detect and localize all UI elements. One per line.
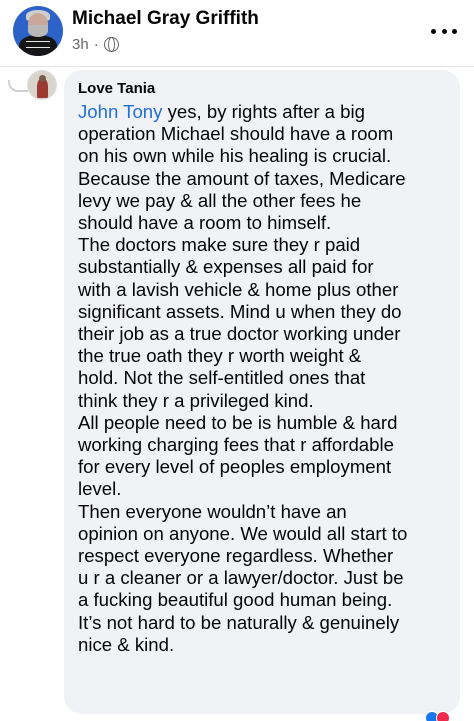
more-dot xyxy=(431,28,436,34)
post-header: Michael Gray Griffith 3h · xyxy=(0,0,474,66)
meta-separator: · xyxy=(93,36,99,53)
avatar-shirt-print xyxy=(26,41,50,48)
header-divider xyxy=(0,66,474,67)
post-author-name[interactable]: Michael Gray Griffith xyxy=(72,8,259,30)
avatar-figure-head xyxy=(39,75,46,82)
more-dot xyxy=(452,28,457,34)
commenter-name[interactable]: Love Tania xyxy=(78,80,155,97)
comment-thread-line xyxy=(8,80,28,92)
globe-icon[interactable] xyxy=(103,37,119,52)
author-avatar[interactable] xyxy=(13,6,63,56)
more-dot xyxy=(441,28,447,34)
post-meta: 3h · xyxy=(72,36,119,53)
comment-text: yes, by rights after a big operation Mic… xyxy=(78,101,408,655)
love-reaction-icon xyxy=(436,711,450,721)
reaction-icons[interactable] xyxy=(425,711,450,721)
mention-link[interactable]: John Tony xyxy=(78,101,162,122)
avatar-beard xyxy=(28,25,48,37)
commenter-avatar[interactable] xyxy=(27,70,57,100)
post-timestamp[interactable]: 3h xyxy=(72,36,89,53)
comment-body: John Tony yes, by rights after a big ope… xyxy=(78,101,458,656)
more-horizontal-icon[interactable] xyxy=(431,25,457,37)
